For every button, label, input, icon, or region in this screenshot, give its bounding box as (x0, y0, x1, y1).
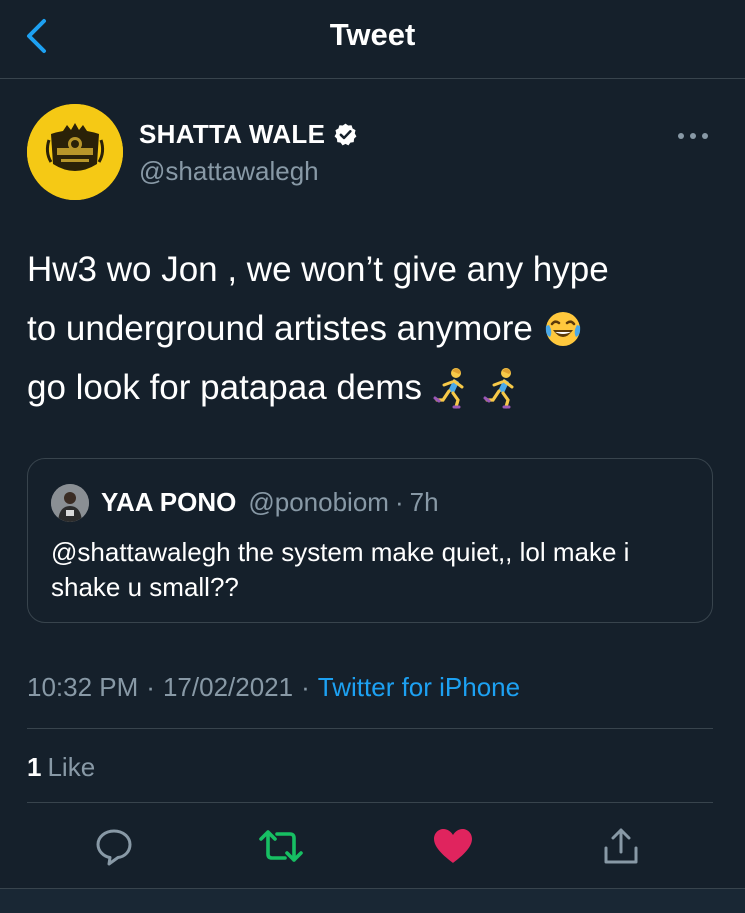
more-options-button[interactable] (673, 124, 713, 148)
meta-separator: · (301, 672, 310, 702)
tweet-source-link[interactable]: Twitter for iPhone (318, 672, 520, 703)
tweet-text: Hw3 wo Jon , we won’t give any hype to u… (27, 240, 727, 417)
crest-logo-icon (27, 104, 123, 200)
tweet-text-line: to underground artistes anymore (27, 299, 727, 358)
author-handle[interactable]: @shattawalegh (139, 156, 319, 187)
tweet-metadata: 10:32 PM · 17/02/2021 · Twitter for iPho… (27, 672, 520, 703)
tweet-line-2: to underground artistes anymore (27, 309, 533, 348)
retweet-button[interactable] (258, 823, 304, 869)
quoted-tweet-header: YAA PONO @ponobiom · 7h (101, 487, 439, 518)
quoted-tweet-card[interactable]: YAA PONO @ponobiom · 7h @shattawalegh th… (27, 458, 713, 623)
tweet-line-1: Hw3 wo Jon , we won’t give any hype (27, 250, 609, 289)
quoted-author-avatar[interactable] (51, 484, 89, 522)
more-horizontal-icon (678, 133, 708, 139)
bottom-bar (0, 888, 745, 913)
meta-separator: · (146, 672, 155, 702)
likes-count: 1 (27, 752, 42, 782)
tweet-date: 17/02/2021 (162, 672, 294, 702)
user-photo-icon (51, 484, 89, 522)
likes-label: Like (47, 752, 96, 782)
tweet-line-3: go look for patapaa dems (27, 368, 422, 407)
verified-badge-icon (334, 123, 357, 146)
quoted-separator: · (394, 487, 404, 517)
retweet-icon (259, 830, 303, 862)
woman-running-icon (483, 367, 514, 409)
top-navigation-bar: Tweet (0, 0, 745, 79)
woman-running-icon (433, 367, 464, 409)
tweet-detail-page: Tweet SHATTA WALE @shattawalegh Hw3 wo J… (0, 0, 745, 913)
share-button[interactable] (598, 823, 644, 869)
page-title: Tweet (329, 17, 416, 52)
reply-button[interactable] (91, 823, 137, 869)
tweet-time: 10:32 PM (27, 672, 139, 702)
quoted-author-name: YAA PONO (101, 487, 237, 517)
quoted-timestamp: 7h (409, 487, 439, 517)
likes-stat[interactable]: 1 Like (27, 752, 95, 783)
share-icon (604, 828, 638, 864)
author-name-row[interactable]: SHATTA WALE (139, 119, 358, 150)
quoted-tweet-text: @shattawalegh the system make quiet,, lo… (51, 537, 630, 602)
tweet-text-line: Hw3 wo Jon , we won’t give any hype (27, 240, 727, 299)
divider (27, 728, 713, 729)
face-with-tears-of-joy-icon (545, 311, 581, 346)
reply-icon (96, 829, 132, 866)
quoted-author-handle: @ponobiom (248, 487, 389, 517)
divider (27, 802, 713, 803)
tweet-text-line: go look for patapaa dems (27, 358, 727, 417)
like-button[interactable] (430, 823, 476, 869)
author-name: SHATTA WALE (139, 119, 326, 149)
author-avatar[interactable] (27, 104, 123, 200)
heart-icon (434, 829, 472, 863)
